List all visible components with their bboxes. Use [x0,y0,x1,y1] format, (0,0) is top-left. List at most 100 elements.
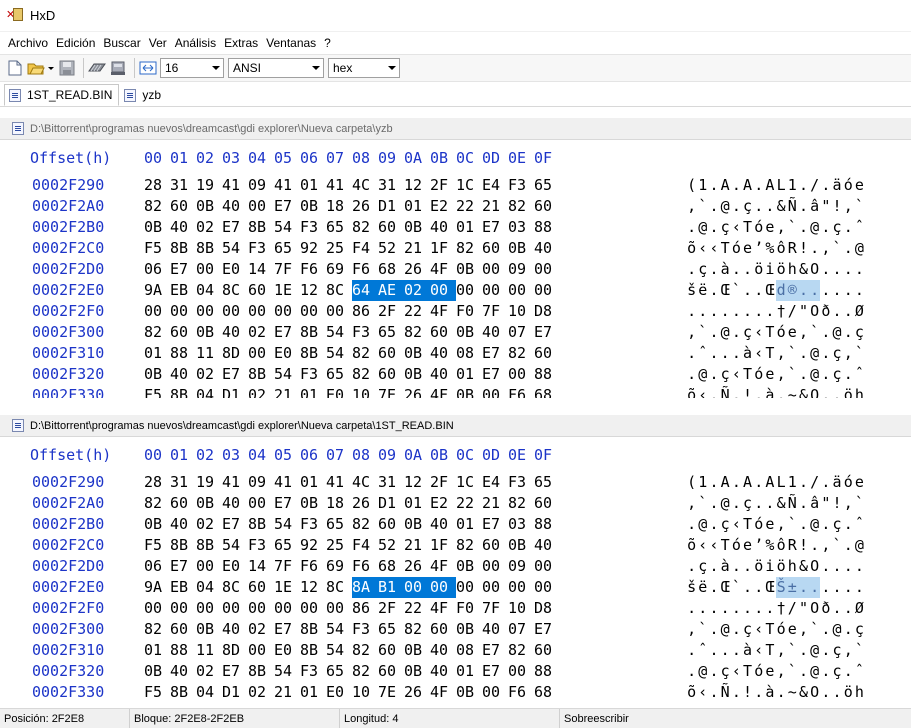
byte-cell[interactable]: 0B [300,493,326,514]
byte-cell[interactable]: F4 [352,238,378,259]
ascii-char[interactable]: @ [697,514,708,535]
byte-cell[interactable]: 8C [222,280,248,301]
byte-cell[interactable]: 0B [404,640,430,661]
byte-cell[interactable]: 60 [248,280,274,301]
byte-cell[interactable]: 18 [326,493,352,514]
byte-cell[interactable]: 00 [508,364,534,385]
byte-cell[interactable]: 4F [430,682,456,703]
ascii-char[interactable]: ± [786,577,798,598]
byte-cell[interactable]: 54 [326,343,352,364]
byte-cell[interactable]: 88 [170,343,196,364]
ascii-char[interactable]: ’ [753,535,764,556]
ascii-char[interactable]: e [764,514,775,535]
ascii-char[interactable]: . [843,217,854,238]
ascii-char[interactable]: . [708,682,719,703]
selected-byte-cell[interactable]: B1 [378,577,404,598]
ascii-char[interactable]: . [697,301,708,322]
ascii-char[interactable]: ‚ [843,493,854,514]
ascii-char[interactable]: ë [697,577,708,598]
byte-cell[interactable]: 9A [144,577,170,598]
ascii-char[interactable]: ` [854,196,865,217]
byte-cell[interactable]: 00 [196,301,222,322]
ascii-char[interactable]: . [820,385,831,398]
ascii-char[interactable]: 1 [787,175,798,196]
ascii-char[interactable]: T [720,535,731,556]
ascii-char[interactable]: ç [854,322,865,343]
ascii-char[interactable]: . [708,556,719,577]
ascii-char[interactable]: ç [720,661,731,682]
byte-cell[interactable]: 54 [274,217,300,238]
byte-cell[interactable]: 0B [144,661,170,682]
byte-cell[interactable]: 00 [300,301,326,322]
ascii-char[interactable]: . [776,682,787,703]
byte-cell[interactable]: 00 [482,385,508,398]
ascii-char[interactable]: . [708,301,719,322]
byte-cell[interactable]: E0 [274,343,300,364]
ascii-char[interactable]: ç [697,259,708,280]
ascii-char[interactable]: . [831,259,842,280]
ascii-char[interactable]: . [798,343,809,364]
byte-cell[interactable]: 01 [144,640,170,661]
ascii-char[interactable]: ç [742,493,753,514]
ascii-char[interactable]: Ñ [720,385,731,398]
byte-cell[interactable]: F0 [456,301,482,322]
ascii-char[interactable]: e [787,619,798,640]
ascii-char[interactable]: . [686,514,697,535]
ascii-char[interactable]: @ [831,322,842,343]
ascii-char[interactable]: T [742,661,753,682]
ascii-char[interactable]: . [731,322,742,343]
byte-cell[interactable]: 06 [144,259,170,280]
ascii-char[interactable]: . [854,577,865,598]
byte-cell[interactable]: 54 [274,661,300,682]
ascii-char[interactable]: @ [720,322,731,343]
byte-cell[interactable]: 1E [274,280,300,301]
ascii-char[interactable]: ‚ [686,619,697,640]
byte-cell[interactable]: 60 [170,619,196,640]
byte-cell[interactable]: E7 [482,640,508,661]
byte-cell[interactable]: F3 [352,619,378,640]
ascii-char[interactable]: ` [809,322,820,343]
ascii-char[interactable]: @ [720,196,731,217]
byte-cell[interactable]: 21 [482,493,508,514]
ascii-char[interactable]: . [686,640,697,661]
ascii-char[interactable]: ç [831,640,842,661]
ascii-char[interactable]: T [742,514,753,535]
byte-cell[interactable]: 8B [170,535,196,556]
byte-cell[interactable]: 00 [482,556,508,577]
ascii-char[interactable]: . [708,598,719,619]
ascii-char[interactable]: @ [697,364,708,385]
ascii-char[interactable]: ‹ [731,661,742,682]
byte-cell[interactable]: 9A [144,280,170,301]
ascii-char[interactable]: ‚ [776,514,787,535]
byte-cell[interactable]: 92 [300,535,326,556]
byte-cell[interactable]: 00 [248,343,274,364]
ascii-char[interactable]: ‹ [697,535,708,556]
byte-cell[interactable]: 52 [378,238,404,259]
byte-cell[interactable]: 01 [456,514,482,535]
ascii-char[interactable]: . [797,280,810,301]
byte-cell[interactable]: 82 [352,217,378,238]
ascii-char[interactable]: L [776,472,787,493]
ascii-char[interactable]: " [820,196,831,217]
ascii-char[interactable]: . [753,301,764,322]
byte-cell[interactable]: 00 [144,301,170,322]
ascii-char[interactable]: ‹ [708,535,719,556]
byte-cell[interactable]: 00 [248,493,274,514]
ascii-char[interactable]: O [809,301,820,322]
byte-cell[interactable]: 21 [274,682,300,703]
byte-cell[interactable]: 21 [274,385,300,398]
byte-cell[interactable]: 60 [170,196,196,217]
byte-cell[interactable]: E7 [274,619,300,640]
byte-cell[interactable]: 86 [352,301,378,322]
ascii-char[interactable]: @ [809,364,820,385]
byte-cell[interactable]: 8B [170,682,196,703]
ascii-char[interactable]: ‚ [798,619,809,640]
byte-cell[interactable]: F5 [144,535,170,556]
ascii-char[interactable]: ! [831,196,842,217]
ascii-char[interactable]: ô [776,238,787,259]
ascii-char[interactable]: . [820,322,831,343]
byte-cell[interactable]: 00 [482,259,508,280]
ascii-char[interactable]: . [820,343,831,364]
byte-cell[interactable]: 40 [222,322,248,343]
ascii-char[interactable]: ç [720,514,731,535]
